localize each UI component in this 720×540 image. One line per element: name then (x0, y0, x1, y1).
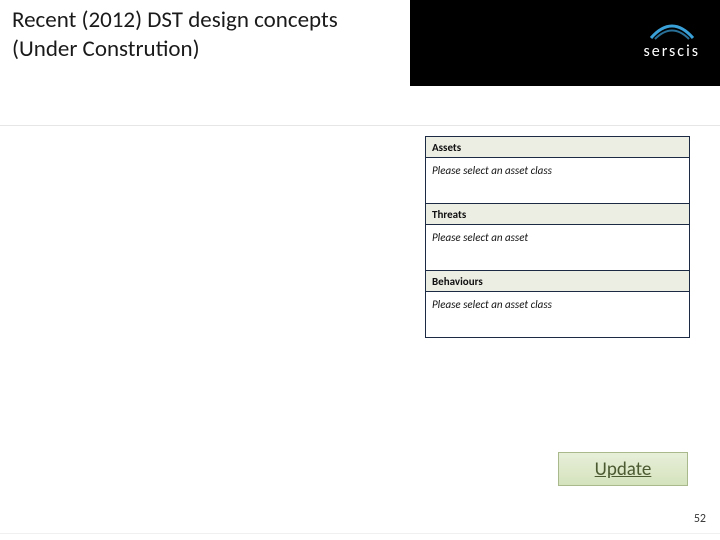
panel-stack: Assets Please select an asset class Thre… (425, 136, 690, 338)
panel-assets-header: Assets (426, 137, 689, 158)
panel-assets: Assets Please select an asset class (425, 136, 690, 204)
title-line-2: (Under Constrution) (12, 35, 200, 63)
title-line-1: Recent (2012) DST design concepts (12, 6, 338, 34)
update-button[interactable]: Update (558, 452, 688, 486)
logo-arc-icon (649, 22, 695, 40)
logo-text: serscis (644, 42, 700, 61)
panel-behaviours-body[interactable]: Please select an asset class (426, 292, 689, 337)
panel-threats-header: Threats (426, 204, 689, 225)
panel-behaviours: Behaviours Please select an asset class (425, 271, 690, 338)
update-button-label: Update (595, 458, 652, 481)
panel-assets-body[interactable]: Please select an asset class (426, 158, 689, 203)
panel-behaviours-header: Behaviours (426, 271, 689, 292)
panel-threats: Threats Please select an asset (425, 204, 690, 271)
slide-header: Recent (2012) DST design concepts (Under… (0, 0, 720, 86)
panel-threats-body[interactable]: Please select an asset (426, 225, 689, 270)
slide-title: Recent (2012) DST design concepts (Under… (12, 6, 432, 64)
serscis-logo: serscis (644, 22, 700, 61)
page-number: 52 (694, 512, 706, 526)
bottom-divider (0, 533, 720, 534)
horizontal-divider (0, 125, 720, 126)
